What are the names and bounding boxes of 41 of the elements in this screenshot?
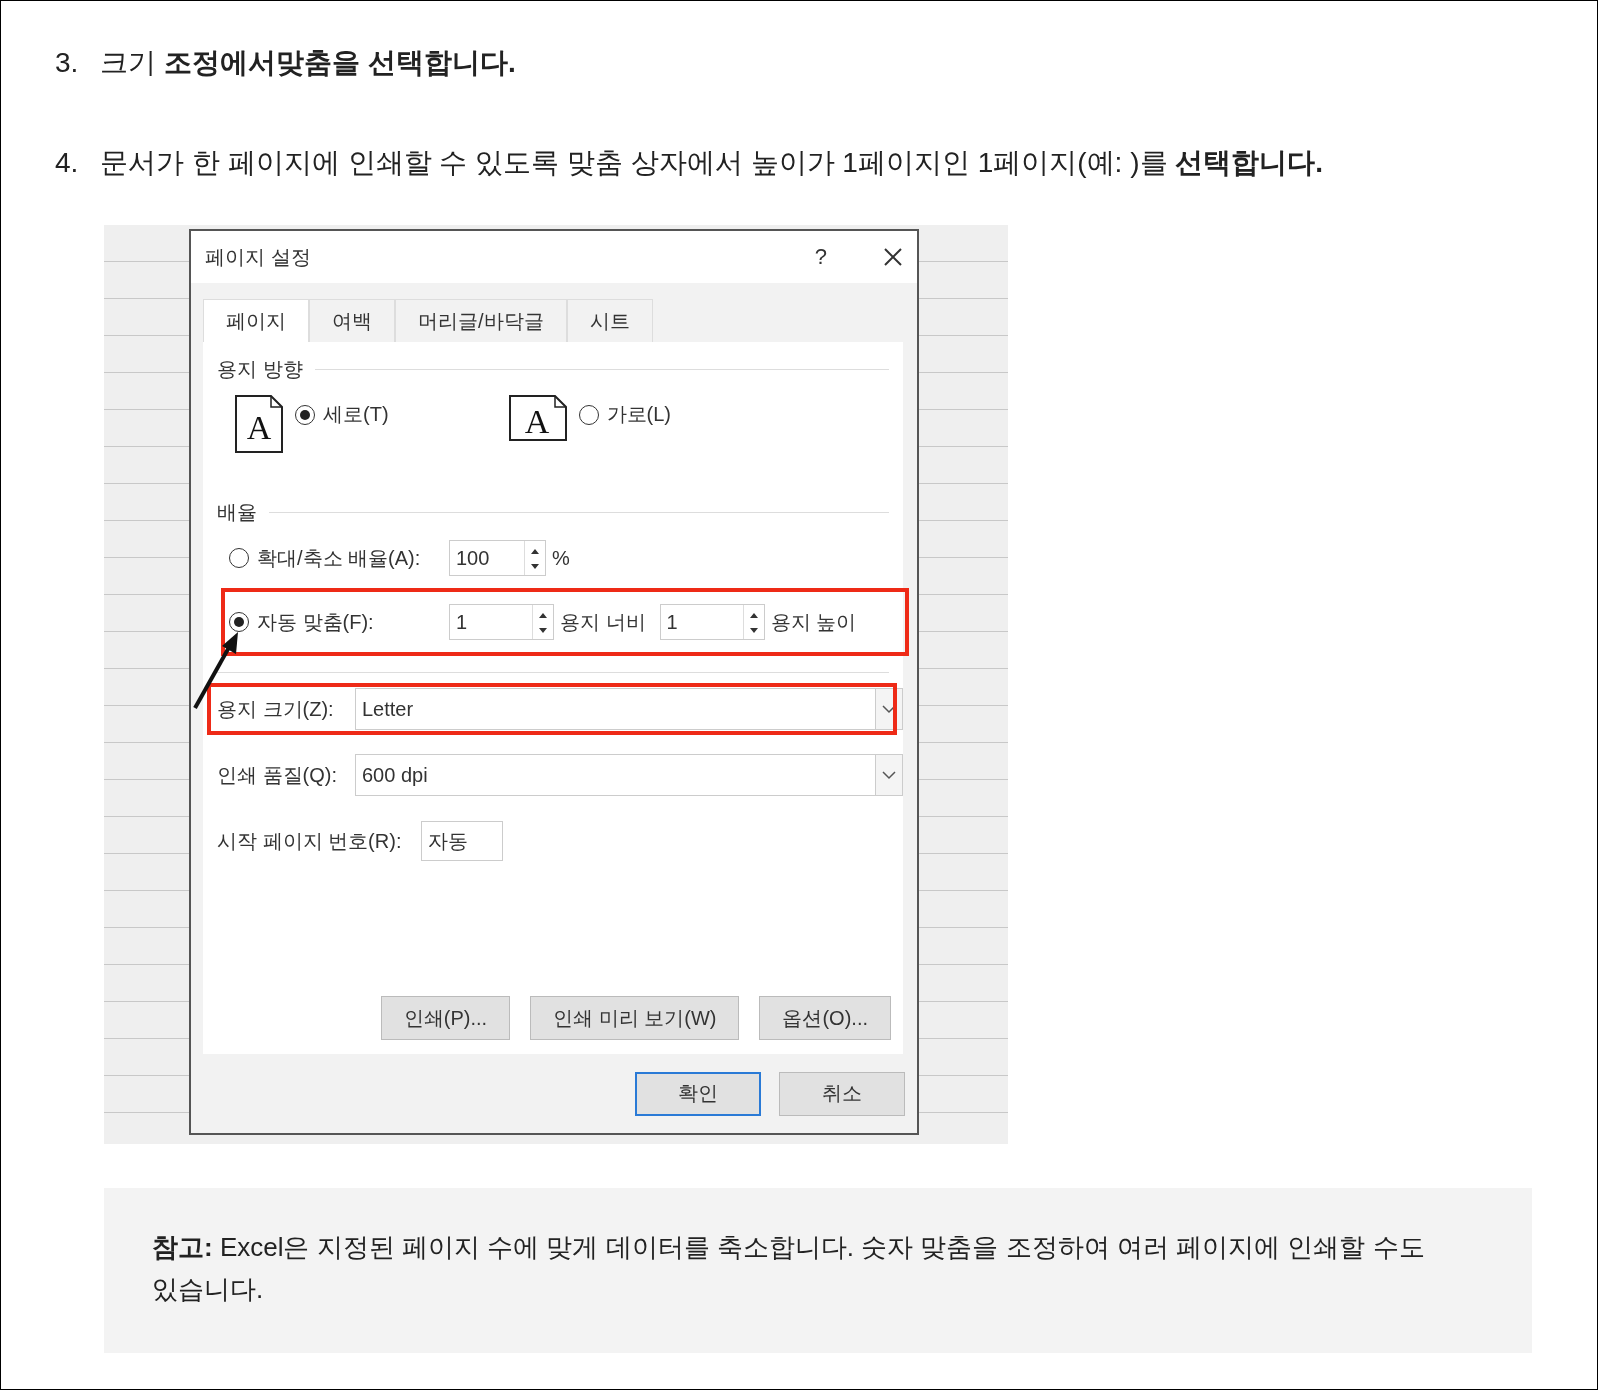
dialog-button[interactable]: 확인: [635, 1071, 761, 1116]
unit-label: %: [552, 546, 570, 570]
spin-box[interactable]: 1: [449, 604, 554, 640]
field-label: 용지 높이: [770, 609, 857, 635]
radio-label: 세로(T): [323, 402, 389, 427]
portrait-page-icon: A: [235, 395, 283, 453]
dropdown[interactable]: Letter: [355, 688, 903, 730]
step-number: 4.: [55, 146, 79, 180]
tab[interactable]: 머리글/바닥글: [395, 299, 567, 342]
spin-box[interactable]: 100: [449, 540, 546, 576]
field-label: 용지 크기(Z):: [217, 696, 335, 722]
radio-button[interactable]: [229, 548, 249, 568]
radio-label: 확대/축소 배율(A):: [257, 545, 421, 571]
section-label: 용지 방향: [217, 357, 303, 382]
radio-label: 가로(L): [606, 402, 671, 427]
radio-label: 자동 맞춤(F):: [257, 609, 374, 635]
tab[interactable]: 여백: [309, 299, 395, 342]
step-number: 3.: [55, 46, 79, 80]
tab[interactable]: 페이지: [203, 299, 309, 342]
input-field[interactable]: 자동: [421, 821, 503, 861]
tab[interactable]: 시트: [566, 299, 653, 342]
landscape-page-icon: A: [508, 395, 567, 441]
section-label: 배율: [217, 500, 257, 525]
dialog-button[interactable]: 옵션(O)...: [759, 996, 891, 1040]
dialog-button[interactable]: 인쇄 미리 보기(W): [530, 996, 740, 1040]
dialog-button[interactable]: 취소: [779, 1071, 905, 1116]
step-text: 크기 조정에서맞춤을 선택합니다.: [100, 46, 516, 80]
note-text: 참고: Excel은 지정된 페이지 수에 맞게 데이터를 축소합니다. 숫자 맞춤을 조정하여 여러 페이지에 인쇄할 수도 있습니다.: [152, 1232, 1425, 1304]
field-label: 인쇄 품질(Q):: [217, 762, 338, 788]
radio-button[interactable]: [578, 404, 599, 425]
window-title: 페이지 설정: [205, 244, 312, 270]
dialog-button[interactable]: 인쇄(P)...: [380, 996, 511, 1040]
field-label: 용지 너비: [560, 609, 646, 635]
step-text: 문서가 한 페이지에 인쇄할 수 있도록 맞춤 상자에서 높이가 1페이지인 1페이지(예: )를 선택합니다.: [100, 146, 1324, 180]
field-label: 시작 페이지 번호(R):: [217, 828, 403, 854]
dropdown[interactable]: 600 dpi: [355, 754, 903, 796]
radio-button[interactable]: [295, 404, 315, 425]
close-icon: [883, 247, 903, 267]
radio-button[interactable]: [229, 612, 249, 632]
help-button[interactable]: ?: [814, 244, 827, 270]
spin-box[interactable]: 1: [659, 604, 765, 640]
